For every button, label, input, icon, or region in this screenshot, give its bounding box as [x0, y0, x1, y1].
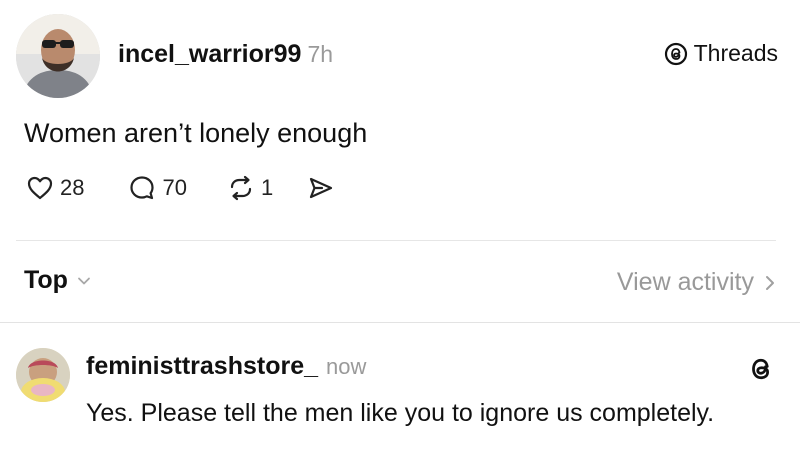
sort-dropdown[interactable]: Top [24, 266, 92, 295]
post-header: incel_warrior99 7h [118, 40, 333, 69]
view-activity-label: View activity [616, 268, 754, 296]
heart-icon [27, 176, 53, 200]
post-text: Women aren’t lonely enough [24, 118, 368, 148]
repost-icon [230, 175, 252, 201]
reply-avatar[interactable] [16, 348, 70, 402]
threads-link[interactable]: Threads [664, 40, 778, 67]
repost-button[interactable]: 1 [227, 174, 273, 202]
repost-count: 1 [260, 175, 274, 200]
reply-timestamp: now [326, 354, 367, 379]
chevron-down-icon [78, 277, 90, 284]
like-button[interactable]: 28 [26, 174, 84, 202]
post-timestamp: 7h [307, 41, 334, 67]
threads-post-screen: incel_warrior99 7h Threads Women aren’t … [0, 0, 800, 471]
reply-text: Yes. Please tell the men like you to ign… [86, 399, 715, 427]
like-count: 28 [60, 175, 85, 200]
threads-logo-icon[interactable] [746, 354, 776, 384]
speech-bubble-icon [130, 176, 155, 200]
sort-label: Top [24, 266, 68, 294]
send-icon [310, 177, 333, 199]
share-button[interactable] [307, 174, 335, 202]
avatar-photo [16, 14, 100, 98]
reply-header: feministtrashstore_ now [86, 352, 366, 381]
reply-count: 70 [162, 175, 187, 200]
reply-button[interactable]: 70 [128, 174, 187, 202]
post-username[interactable]: incel_warrior99 [118, 40, 301, 69]
divider [16, 240, 776, 241]
view-activity-link[interactable]: View activity [617, 268, 778, 297]
reply-username[interactable]: feministtrashstore_ [86, 352, 318, 381]
post-actions: 28 70 1 [26, 174, 335, 202]
threads-label: Threads [693, 40, 778, 66]
avatar-photo [16, 348, 70, 402]
section-divider [0, 322, 800, 323]
chevron-right-icon [766, 275, 774, 290]
threads-logo-icon [664, 42, 687, 65]
avatar[interactable] [16, 14, 100, 98]
